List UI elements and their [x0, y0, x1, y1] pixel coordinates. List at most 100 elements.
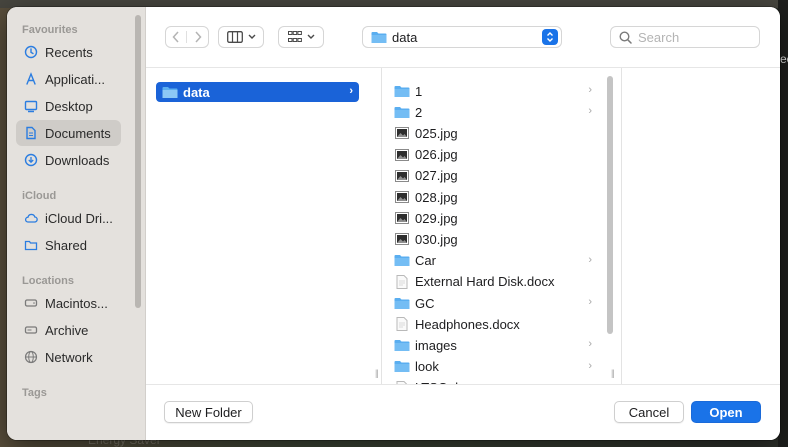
sidebar-scrollbar[interactable] — [135, 15, 141, 308]
list-item-label: 025.jpg — [415, 125, 458, 141]
image-file-icon — [394, 211, 410, 225]
location-popup[interactable]: data — [362, 26, 562, 48]
list-item[interactable]: 030.jpg — [394, 229, 592, 249]
list-item-label: 026.jpg — [415, 147, 458, 163]
folder-icon — [394, 105, 410, 119]
list-item[interactable]: 1 › — [394, 81, 592, 101]
sidebar-item-label: Network — [45, 349, 93, 365]
column-resize-handle[interactable]: || — [611, 368, 617, 378]
list-item[interactable]: Car › — [394, 251, 592, 271]
chevron-right-icon: › — [588, 105, 592, 118]
sidebar-item-shared[interactable]: Shared — [16, 232, 121, 258]
browser-column-3 — [622, 68, 780, 384]
back-button[interactable] — [166, 31, 188, 43]
list-item-label: GC — [415, 295, 435, 311]
new-folder-button[interactable]: New Folder — [164, 401, 253, 423]
list-item-data[interactable]: data › — [156, 82, 359, 102]
list-item[interactable]: External Hard Disk.docx — [394, 272, 592, 292]
list-item[interactable]: GC › — [394, 293, 592, 313]
group-view-button[interactable] — [278, 26, 324, 48]
up-down-chevron-icon — [547, 32, 553, 42]
list-item[interactable]: 2 › — [394, 102, 592, 122]
cancel-button[interactable]: Cancel — [614, 401, 684, 423]
view-columns-button[interactable] — [218, 26, 264, 48]
document-file-icon — [394, 317, 410, 332]
globe-icon — [24, 350, 38, 364]
list-item-label: 028.jpg — [415, 189, 458, 205]
location-stepper — [542, 29, 558, 45]
list-item[interactable]: 027.jpg — [394, 166, 592, 186]
open-button[interactable]: Open — [691, 401, 761, 423]
folder-icon — [394, 360, 410, 374]
sidebar-item-label: Recents — [45, 44, 93, 60]
sidebar-item-label: iCloud Dri... — [45, 210, 113, 226]
location-label: data — [392, 29, 418, 45]
applications-icon — [24, 72, 38, 86]
list-item-label: 1 — [415, 83, 423, 99]
document-file-icon — [394, 274, 410, 289]
sidebar-item-recents[interactable]: Recents — [16, 39, 121, 65]
sidebar: Favourites Recents Applicati... Desktop … — [7, 7, 146, 440]
document-icon — [24, 126, 38, 140]
sidebar-item-label: Shared — [45, 237, 87, 253]
open-file-dialog: Favourites Recents Applicati... Desktop … — [7, 7, 780, 440]
list-item-label: 027.jpg — [415, 168, 458, 184]
folder-icon — [371, 31, 387, 43]
browser-column-2: 1 › 2 › 025.jpg 026.jpg 027.jpg 028.jpg 029.jpg 0… — [382, 68, 622, 384]
background-window-text: ee — [780, 52, 788, 66]
sidebar-item-macintosh[interactable]: Macintos... — [16, 290, 121, 316]
list-item-label: Car — [415, 253, 436, 269]
columns-view-icon — [226, 31, 243, 43]
search-input[interactable] — [638, 29, 748, 45]
list-item-label: 2 — [415, 104, 423, 120]
clock-icon — [24, 45, 38, 59]
folder-icon — [394, 84, 410, 98]
column-scrollbar[interactable] — [607, 76, 613, 334]
list-item[interactable]: images › — [394, 335, 592, 355]
list-item-label: images — [415, 337, 457, 353]
chevron-right-icon: › — [588, 84, 592, 96]
sidebar-item-desktop[interactable]: Desktop — [16, 93, 121, 119]
chevron-right-icon — [194, 31, 202, 43]
browser-column-1: data › || — [146, 68, 382, 384]
search-icon — [619, 30, 632, 44]
cloud-icon — [24, 211, 38, 225]
sidebar-section-favourites: Favourites — [22, 24, 78, 36]
image-file-icon — [394, 126, 410, 140]
chevron-down-icon — [307, 34, 314, 39]
sidebar-item-downloads[interactable]: Downloads — [16, 147, 121, 173]
list-item[interactable]: 025.jpg — [394, 123, 592, 143]
sidebar-item-network[interactable]: Network — [16, 344, 121, 370]
toolbar: data — [146, 7, 780, 67]
list-item-label: Headphones.docx — [415, 316, 520, 332]
sidebar-item-documents[interactable]: Documents — [16, 120, 121, 146]
list-item[interactable]: 026.jpg — [394, 145, 592, 165]
chevron-right-icon: › — [588, 296, 592, 308]
sidebar-item-label: Applicati... — [45, 71, 105, 87]
list-item-label: 029.jpg — [415, 210, 458, 226]
sidebar-section-tags: Tags — [22, 387, 47, 399]
list-item[interactable]: look › — [394, 357, 592, 377]
back-forward-control — [165, 26, 209, 48]
chevron-right-icon: › — [588, 338, 592, 351]
image-file-icon — [394, 232, 410, 246]
sidebar-section-icloud: iCloud — [22, 190, 57, 202]
list-item[interactable]: Headphones.docx — [394, 314, 592, 334]
column-resize-handle[interactable]: || — [375, 368, 381, 378]
sidebar-item-applications[interactable]: Applicati... — [16, 66, 121, 92]
sidebar-item-label: Archive — [45, 322, 89, 338]
folder-icon — [162, 86, 178, 98]
chevron-right-icon: › — [349, 85, 353, 97]
image-file-icon — [394, 169, 410, 183]
search-field[interactable] — [610, 26, 760, 48]
sidebar-item-archive[interactable]: Archive — [16, 317, 121, 343]
folder-icon — [394, 338, 410, 352]
forward-button[interactable] — [187, 31, 208, 43]
list-item[interactable]: 028.jpg — [394, 187, 592, 207]
list-item[interactable]: 029.jpg — [394, 208, 592, 228]
sidebar-item-label: Macintos... — [45, 295, 108, 311]
list-item-label: External Hard Disk.docx — [415, 274, 555, 290]
sidebar-item-icloud-drive[interactable]: iCloud Dri... — [16, 205, 121, 231]
disk-icon — [24, 296, 38, 310]
chevron-right-icon: › — [588, 359, 592, 372]
